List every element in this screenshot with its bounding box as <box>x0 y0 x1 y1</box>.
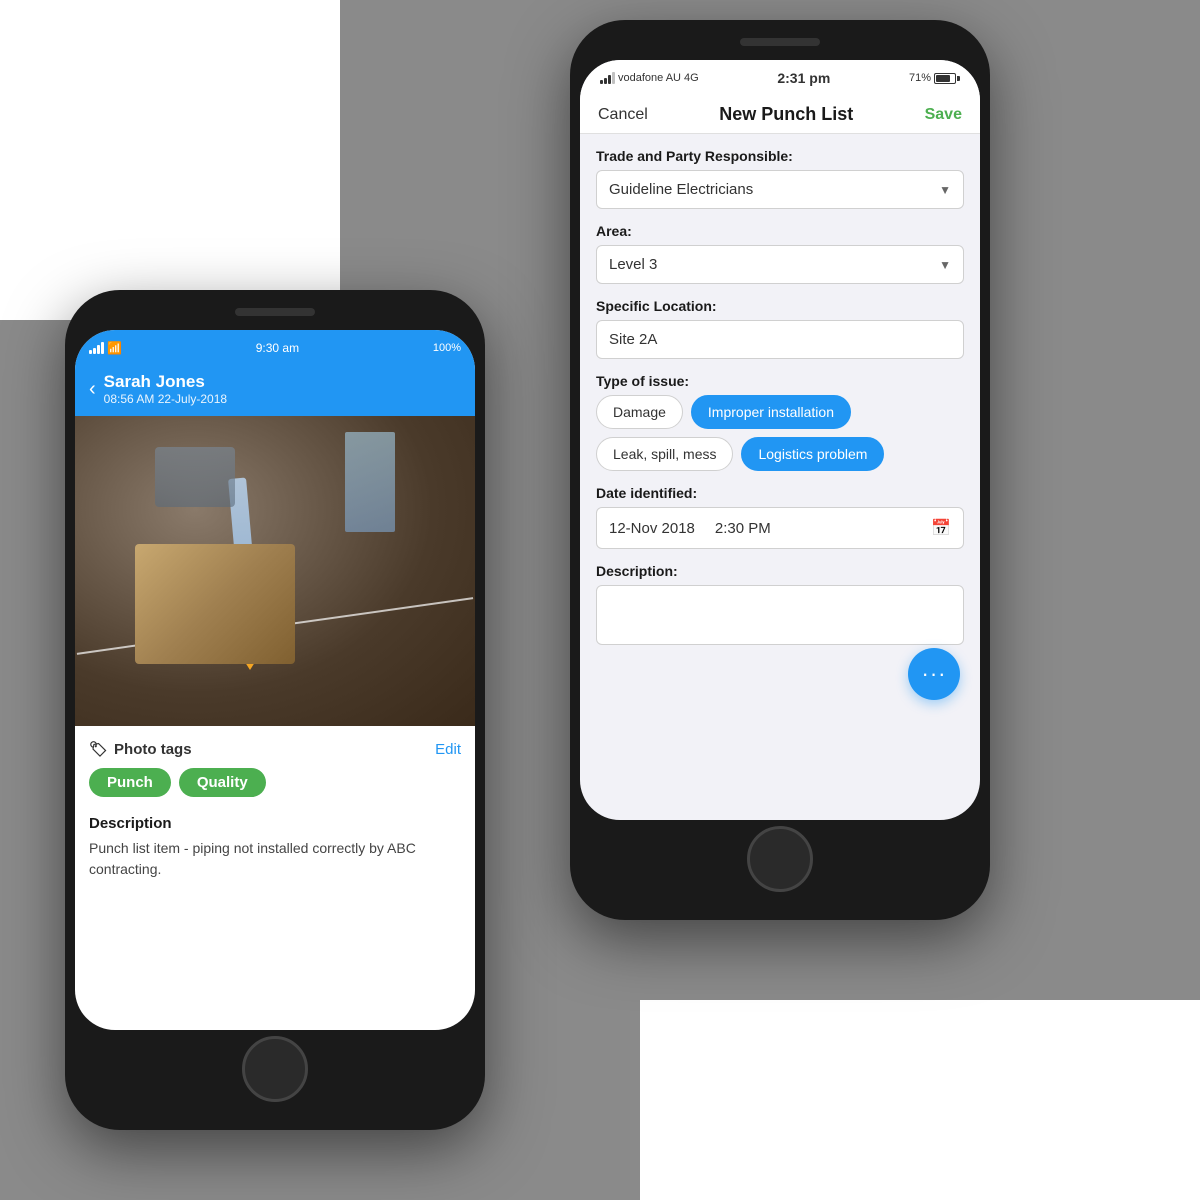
issue-improper[interactable]: Improper installation <box>691 395 851 429</box>
area-chevron-icon: ▼ <box>939 258 951 272</box>
tag-quality[interactable]: Quality <box>179 768 266 797</box>
carrier-name: vodafone AU <box>618 72 681 84</box>
white-block-topleft <box>0 0 340 320</box>
issue-label: Type of issue: <box>596 373 964 389</box>
issue-leak[interactable]: Leak, spill, mess <box>596 437 733 471</box>
header-info: Sarah Jones 08:56 AM 22-July-2018 <box>104 372 227 406</box>
photo-date: 08:56 AM 22-July-2018 <box>104 392 227 406</box>
white-block-bottomright <box>640 1000 1200 1200</box>
left-time: 9:30 am <box>256 341 299 355</box>
right-status-bar: vodafone AU 4G 2:31 pm 71% <box>580 60 980 96</box>
left-battery: 100% <box>433 342 461 354</box>
tag-punch[interactable]: Punch <box>89 768 171 797</box>
date-label: Date identified: <box>596 485 964 501</box>
right-battery: 71% <box>909 72 960 84</box>
trade-value: Guideline Electricians <box>609 181 753 198</box>
area-value: Level 3 <box>609 256 657 273</box>
signal-bars-icon <box>89 342 104 354</box>
location-value: Site 2A <box>609 331 657 348</box>
left-content: 🏷 Photo tags Edit Punch Quality Descript… <box>75 726 475 894</box>
fab-button[interactable]: ··· <box>908 648 960 700</box>
photo-tags-text: Photo tags <box>114 741 192 758</box>
trade-label: Trade and Party Responsible: <box>596 148 964 164</box>
pipe-detail <box>345 432 395 532</box>
back-button[interactable]: ‹ <box>89 379 96 399</box>
location-input[interactable]: Site 2A <box>596 320 964 359</box>
user-name: Sarah Jones <box>104 372 227 392</box>
area-label: Area: <box>596 223 964 239</box>
issue-damage[interactable]: Damage <box>596 395 683 429</box>
rock-detail <box>155 447 235 507</box>
edit-button[interactable]: Edit <box>435 741 461 758</box>
date-value: 12-Nov 2018 <box>609 520 695 537</box>
right-nav: Cancel New Punch List Save <box>580 96 980 134</box>
photo-image <box>75 416 475 726</box>
tags-row: Punch Quality <box>89 768 461 797</box>
cancel-button[interactable]: Cancel <box>598 106 648 124</box>
date-row[interactable]: 12-Nov 2018 2:30 PM 📅 <box>596 507 964 549</box>
area-select[interactable]: Level 3 ▼ <box>596 245 964 284</box>
carrier-info: vodafone AU 4G <box>600 72 699 84</box>
phone-left: 📶 9:30 am 100% ‹ Sarah Jones 08:56 AM 22… <box>65 290 485 1130</box>
photo-tags-label: 🏷 Photo tags <box>89 740 192 758</box>
rope-decoration <box>77 597 473 655</box>
wifi-icon: 📶 <box>107 341 122 355</box>
trade-select[interactable]: Guideline Electricians ▼ <box>596 170 964 209</box>
left-status-bar: 📶 9:30 am 100% <box>75 330 475 366</box>
tag-icon: 🏷 <box>89 740 108 758</box>
photo-tags-header: 🏷 Photo tags Edit <box>89 740 461 758</box>
network-type: 4G <box>684 72 699 84</box>
phone-left-screen: 📶 9:30 am 100% ‹ Sarah Jones 08:56 AM 22… <box>75 330 475 1030</box>
right-time: 2:31 pm <box>777 70 830 86</box>
left-header: ‹ Sarah Jones 08:56 AM 22-July-2018 <box>75 366 475 416</box>
description-text: Punch list item - piping not installed c… <box>89 838 461 880</box>
right-signal-icon <box>600 72 615 84</box>
description-label: Description: <box>596 563 964 579</box>
description-title: Description <box>89 815 461 832</box>
time-value: 2:30 PM <box>715 520 771 537</box>
description-section: Description Punch list item - piping not… <box>89 811 461 880</box>
date-fields: 12-Nov 2018 2:30 PM <box>609 520 771 537</box>
calendar-icon: 📅 <box>931 518 951 538</box>
left-signal-area: 📶 <box>89 341 122 355</box>
form-title: New Punch List <box>719 104 853 125</box>
description-input[interactable] <box>596 585 964 645</box>
issue-types: Damage Improper installation Leak, spill… <box>596 395 964 471</box>
save-button[interactable]: Save <box>925 106 962 124</box>
photo-area <box>75 416 475 726</box>
trade-chevron-icon: ▼ <box>939 183 951 197</box>
battery-percent: 71% <box>909 72 931 84</box>
phone-right-screen: vodafone AU 4G 2:31 pm 71% Cancel New Pu… <box>580 60 980 820</box>
flag-decoration <box>215 615 285 670</box>
location-label: Specific Location: <box>596 298 964 314</box>
issue-logistics[interactable]: Logistics problem <box>741 437 884 471</box>
right-form: Trade and Party Responsible: Guideline E… <box>580 134 980 659</box>
phone-right: vodafone AU 4G 2:31 pm 71% Cancel New Pu… <box>570 20 990 920</box>
